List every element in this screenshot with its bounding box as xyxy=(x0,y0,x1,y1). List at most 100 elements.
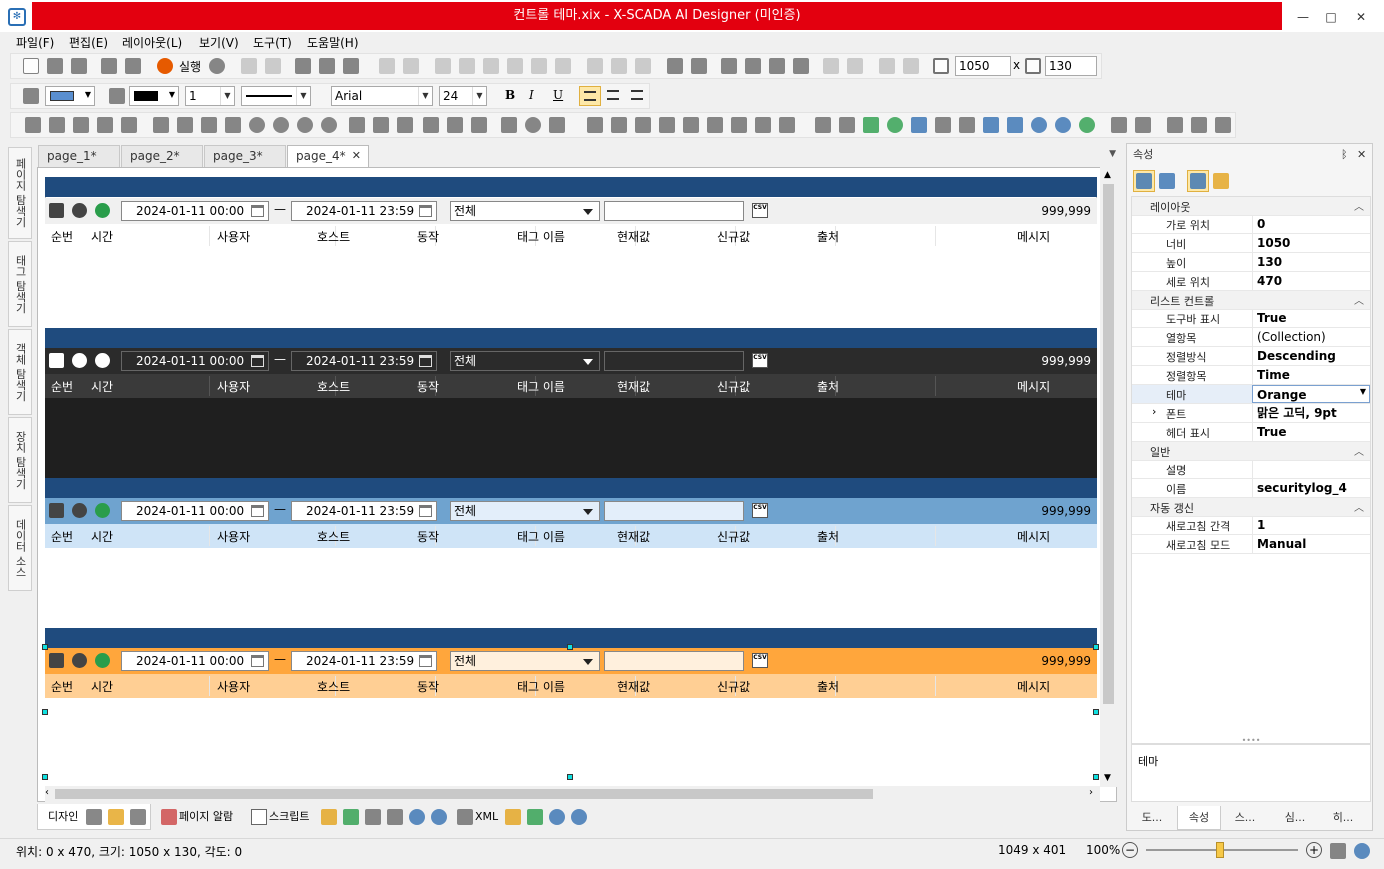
tab-page-alarm[interactable]: 페이지 알람 xyxy=(155,804,239,830)
menu-view[interactable]: 보기(V) xyxy=(199,34,239,51)
text-align-left-button[interactable] xyxy=(579,86,601,106)
tab-panel-5[interactable]: 히... xyxy=(1321,806,1365,830)
column-header[interactable]: 메시지 xyxy=(1017,528,1050,545)
menu-layout[interactable]: 레이아웃(L) xyxy=(122,34,182,51)
level-tool-icon[interactable] xyxy=(659,117,675,133)
calendar-icon[interactable] xyxy=(251,655,264,667)
ungroup-icon[interactable] xyxy=(403,58,419,74)
property-value[interactable]: Time xyxy=(1252,366,1370,384)
column-divider[interactable] xyxy=(209,376,210,396)
triangle-tool-icon[interactable] xyxy=(153,117,169,133)
app-icon[interactable]: ✻ xyxy=(8,8,26,26)
property-value[interactable]: True xyxy=(1252,309,1370,327)
collapse-icon[interactable]: ︿ xyxy=(1354,499,1364,514)
end-date-picker[interactable]: 2024-01-11 23:59 xyxy=(291,501,437,521)
tab-page-3[interactable]: page_3* xyxy=(204,145,286,167)
calendar-icon[interactable] xyxy=(251,205,264,217)
pie-tool-icon[interactable] xyxy=(297,117,313,133)
selection-handle[interactable] xyxy=(42,709,48,715)
arc-tool-icon[interactable] xyxy=(121,117,137,133)
font-name-select[interactable]: Arial ▼ xyxy=(331,86,433,106)
action-filter-select[interactable]: 전체 xyxy=(450,201,600,221)
column-header[interactable]: 신규값 xyxy=(717,678,750,695)
property-row[interactable]: 높이 130 xyxy=(1132,253,1370,272)
send-back-icon[interactable] xyxy=(745,58,761,74)
undo-icon[interactable] xyxy=(241,58,257,74)
width-input[interactable]: 1050 xyxy=(955,56,1011,76)
csv-export-icon[interactable]: CSV xyxy=(752,353,768,368)
tab-page-1[interactable]: page_1* xyxy=(38,145,120,167)
tab-tag-explorer[interactable]: 태그 탐색기 xyxy=(8,241,32,327)
scroll-right-icon[interactable]: › xyxy=(1089,787,1093,798)
run-label[interactable]: 실행 xyxy=(179,58,201,75)
canvas-horizontal-scrollbar[interactable]: ‹ › xyxy=(45,786,1100,802)
column-header[interactable]: 출처 xyxy=(817,228,839,245)
selection-handle[interactable] xyxy=(1093,774,1099,780)
start-date-picker[interactable]: 2024-01-11 00:00 xyxy=(121,651,269,671)
settings-run-icon[interactable] xyxy=(209,58,225,74)
column-header[interactable]: 현재값 xyxy=(617,378,650,395)
selection-handle[interactable] xyxy=(567,774,573,780)
start-date-picker[interactable]: 2024-01-11 00:00 xyxy=(121,201,269,221)
column-header[interactable]: 메시지 xyxy=(1017,228,1050,245)
selection-handle[interactable] xyxy=(1093,644,1099,650)
align-left-icon[interactable] xyxy=(435,58,451,74)
menu-edit[interactable]: 편집(E) xyxy=(69,34,108,51)
column-header[interactable]: 태그 이름 xyxy=(517,678,565,695)
csv-export-icon[interactable]: CSV xyxy=(752,503,768,518)
canvas-vertical-scrollbar[interactable]: ▲ ▼ xyxy=(1100,167,1117,787)
picture-icon[interactable] xyxy=(130,809,146,825)
property-value[interactable] xyxy=(1252,460,1370,478)
column-header[interactable]: 사용자 xyxy=(217,678,250,695)
rotate-left-icon[interactable] xyxy=(879,58,895,74)
column-header[interactable]: 시간 xyxy=(91,378,113,395)
align-bottom-icon[interactable] xyxy=(555,58,571,74)
tab-panel-3[interactable]: 스... xyxy=(1223,806,1267,830)
pie-meter-tool-icon[interactable] xyxy=(779,117,795,133)
trend-chart-icon[interactable] xyxy=(1167,117,1183,133)
align-middle-icon[interactable] xyxy=(531,58,547,74)
same-height-icon[interactable] xyxy=(611,58,627,74)
stop-icon[interactable] xyxy=(72,653,87,668)
frame-control-icon[interactable] xyxy=(935,117,951,133)
tab-page-2[interactable]: page_2* xyxy=(121,145,203,167)
property-value[interactable]: Orange xyxy=(1252,385,1370,403)
tools-icon[interactable] xyxy=(387,809,403,825)
scroll-down-icon[interactable]: ▼ xyxy=(1104,773,1111,783)
run-icon[interactable] xyxy=(157,58,173,74)
menu-tools[interactable]: 도구(T) xyxy=(253,34,292,51)
selection-handle[interactable] xyxy=(567,644,573,650)
property-category[interactable]: 리스트 컨트롤 ︿ xyxy=(1132,291,1370,310)
tab-panel-4[interactable]: 심... xyxy=(1273,806,1317,830)
open-folder-icon[interactable] xyxy=(321,809,337,825)
line-chart-icon[interactable] xyxy=(1191,117,1207,133)
save-all-icon[interactable] xyxy=(125,58,141,74)
rotate-right-icon[interactable] xyxy=(903,58,919,74)
chevron-down-icon[interactable]: ▼ xyxy=(1360,387,1366,396)
italic-button[interactable]: I xyxy=(529,88,534,102)
text-box-icon[interactable] xyxy=(1111,117,1127,133)
columns-icon[interactable] xyxy=(49,653,64,668)
calendar-icon[interactable] xyxy=(419,505,432,517)
scrollbar-thumb[interactable] xyxy=(1103,184,1114,704)
cylinder-tool-icon[interactable] xyxy=(755,117,771,133)
zoom-out-icon[interactable] xyxy=(571,809,587,825)
property-value[interactable]: True xyxy=(1252,423,1370,441)
zoom-100-icon[interactable] xyxy=(1330,843,1346,859)
stop-icon[interactable] xyxy=(72,203,87,218)
property-row[interactable]: 테마 Orange ▼ xyxy=(1132,385,1370,404)
polyline-tool-icon[interactable] xyxy=(49,117,65,133)
column-header[interactable]: 태그 이름 xyxy=(517,528,565,545)
events-icon[interactable] xyxy=(1213,173,1229,189)
tab-panel-1[interactable]: 도... xyxy=(1129,806,1175,830)
close-panel-icon[interactable]: ✕ xyxy=(1357,144,1366,166)
line-style-select[interactable]: ▼ xyxy=(241,86,311,106)
column-header[interactable]: 현재값 xyxy=(617,678,650,695)
tabs-dropdown-icon[interactable]: ▼ xyxy=(1109,149,1116,159)
gauge-tool-icon[interactable] xyxy=(707,117,723,133)
column-header[interactable]: 태그 이름 xyxy=(517,228,565,245)
alarm-control-icon[interactable] xyxy=(959,117,975,133)
group-icon[interactable] xyxy=(379,58,395,74)
table-control-icon[interactable] xyxy=(911,117,927,133)
zoom-out-icon[interactable] xyxy=(431,809,447,825)
